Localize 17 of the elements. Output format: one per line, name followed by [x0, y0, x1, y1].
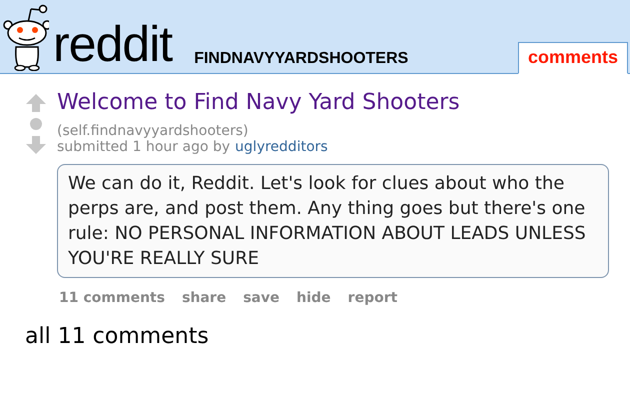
post-action-link[interactable]: 11 comments [59, 290, 165, 306]
post-title-link[interactable]: Welcome to Find Navy Yard Shooters [57, 88, 609, 118]
logo-wordmark[interactable]: reddit [53, 19, 172, 69]
submitted-text: submitted 1 hour ago by [57, 139, 230, 155]
post-action-link[interactable]: save [243, 290, 280, 306]
author-link[interactable]: uglyredditors [235, 139, 328, 155]
post-domain[interactable]: (self.findnavyyardshooters) [57, 123, 609, 139]
tab[interactable]: comments [518, 42, 628, 74]
post-action-link[interactable]: share [182, 290, 226, 306]
post-action-link[interactable]: hide [296, 290, 331, 306]
score-dot-icon [30, 118, 42, 130]
comments-heading: all 11 comments [25, 324, 210, 349]
subreddit-name[interactable]: FINDNAVYYARDSHOOTERS [194, 50, 408, 68]
post-action-link[interactable]: report [348, 290, 398, 306]
downvote-arrow-icon[interactable] [26, 136, 46, 154]
upvote-arrow-icon[interactable] [26, 94, 46, 112]
post-body: We can do it, Reddit. Let's look for clues about who the perps are, and post them. Any thing goes but there's one rule: NO PERSONAL INFORMATION ABOUT LEADS UNLESS YOU'RE REALLY SURE [57, 164, 609, 278]
